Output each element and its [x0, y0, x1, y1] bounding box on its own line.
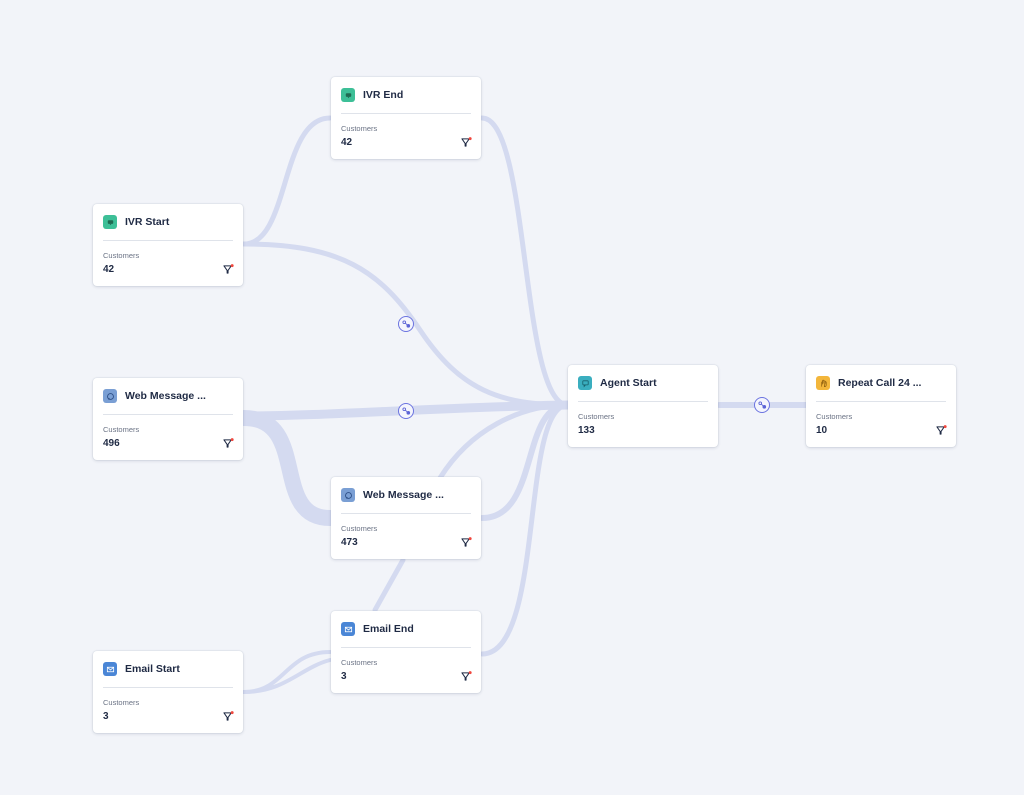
node-title: Agent Start [600, 377, 657, 389]
metric-value: 3 [103, 711, 109, 722]
filter-icon[interactable] [223, 264, 234, 275]
path-branch-icon [401, 406, 410, 415]
link-email-end-to-agent-start[interactable] [479, 402, 571, 657]
message-icon [341, 488, 355, 502]
link-web-message-start-to-web-message-end[interactable] [236, 410, 338, 526]
link-email-start-to-email-end-2[interactable] [242, 658, 332, 694]
metric-label: Customers [816, 412, 853, 421]
metric-label: Customers [578, 412, 615, 421]
node-card-email-start[interactable]: Email Start Customers 3 [93, 651, 243, 733]
filter-icon[interactable] [461, 537, 472, 548]
chat-icon [578, 376, 592, 390]
metric-label: Customers [103, 425, 140, 434]
path-branch-icon [757, 400, 766, 409]
node-title: IVR Start [125, 216, 170, 228]
divider [103, 414, 233, 415]
ivr-icon [103, 215, 117, 229]
filter-icon[interactable] [461, 137, 472, 148]
email-icon [103, 662, 117, 676]
node-card-email-end[interactable]: Email End Customers 3 [331, 611, 481, 693]
divider [816, 401, 946, 402]
link-email-start-to-email-end[interactable] [242, 650, 332, 694]
link-ivr-end-to-agent-start[interactable] [479, 115, 571, 408]
phone-hand-icon [816, 376, 830, 390]
divider [341, 513, 471, 514]
metric-label: Customers [103, 251, 140, 260]
filter-icon[interactable] [223, 438, 234, 449]
metric-value: 10 [816, 425, 828, 436]
link-ivr-start-to-ivr-end[interactable] [241, 115, 333, 247]
node-card-web-message-end[interactable]: Web Message ... Customers 473 [331, 477, 481, 559]
divider [341, 113, 471, 114]
node-title: Web Message ... [363, 489, 444, 501]
email-icon [341, 622, 355, 636]
metric-label: Customers [341, 124, 378, 133]
filter-icon[interactable] [223, 711, 234, 722]
node-title: Email End [363, 623, 414, 635]
link-detail-badge[interactable] [398, 316, 414, 332]
path-branch-icon [401, 319, 410, 328]
filter-icon[interactable] [936, 425, 947, 436]
node-title: IVR End [363, 89, 404, 101]
metric-value: 42 [103, 264, 115, 275]
node-card-web-message-start[interactable]: Web Message ... Customers 496 [93, 378, 243, 460]
divider [578, 401, 708, 402]
link-email-start-to-web-message-end[interactable] [372, 557, 406, 613]
node-card-agent-start[interactable]: Agent Start Customers 133 [568, 365, 718, 447]
node-title: Web Message ... [125, 390, 206, 402]
metric-value: 133 [578, 425, 595, 436]
metric-label: Customers [341, 524, 378, 533]
node-title: Email Start [125, 663, 180, 675]
node-title: Repeat Call 24 ... [838, 377, 922, 389]
divider [103, 240, 233, 241]
link-detail-badge[interactable] [754, 397, 770, 413]
node-card-repeat-call[interactable]: Repeat Call 24 ... Customers 10 [806, 365, 956, 447]
ivr-icon [341, 88, 355, 102]
filter-icon[interactable] [461, 671, 472, 682]
metric-label: Customers [341, 658, 378, 667]
metric-label: Customers [103, 698, 140, 707]
node-card-ivr-start[interactable]: IVR Start Customers 42 [93, 204, 243, 286]
link-detail-badge[interactable] [398, 403, 414, 419]
message-icon [103, 389, 117, 403]
metric-value: 496 [103, 438, 120, 449]
divider [103, 687, 233, 688]
node-card-ivr-end[interactable]: IVR End Customers 42 [331, 77, 481, 159]
metric-value: 473 [341, 537, 358, 548]
metric-value: 3 [341, 671, 347, 682]
divider [341, 647, 471, 648]
metric-value: 42 [341, 137, 353, 148]
